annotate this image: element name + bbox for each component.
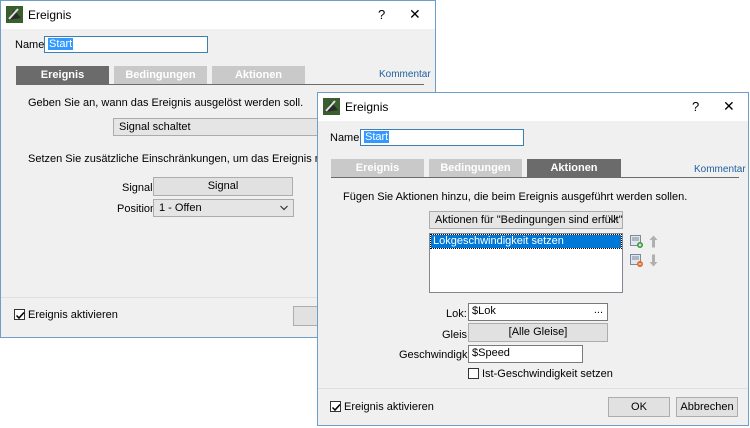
move-down-icon[interactable]	[649, 254, 658, 267]
help-button[interactable]: ?	[692, 99, 699, 114]
tab-divider	[331, 177, 739, 178]
close-button[interactable]: ✕	[409, 6, 421, 23]
window-title: Ereignis	[345, 100, 389, 114]
actual-speed-checkbox[interactable]	[468, 368, 479, 379]
actions-combo[interactable]: Aktionen für "Bedingungen sind erfüllt"	[429, 211, 623, 229]
tab-bedingungen[interactable]: Bedingungen	[429, 159, 522, 177]
move-up-icon[interactable]	[649, 235, 658, 248]
close-button[interactable]: ✕	[723, 98, 735, 115]
name-label: Name:	[330, 132, 363, 144]
lok-input[interactable]: $Lok ...	[468, 303, 608, 321]
help-button[interactable]: ?	[378, 7, 385, 22]
cancel-button[interactable]: Abbrechen	[676, 397, 738, 417]
name-label: Name:	[15, 39, 48, 51]
back-titlebar: Ereignis ? ✕	[1, 1, 435, 29]
tab-divider	[16, 84, 424, 85]
front-dialog: Ereignis ? ✕ Name: Start Ereignis Beding…	[317, 92, 749, 426]
activate-label: Ereignis aktivieren	[344, 401, 434, 413]
gleis-label: Gleis:	[442, 329, 471, 341]
add-action-icon[interactable]	[630, 235, 643, 248]
position-combo[interactable]: 1 - Offen	[153, 199, 294, 217]
description-text: Geben Sie an, wann das Ereignis ausgelös…	[28, 97, 304, 109]
name-input[interactable]: Start	[44, 36, 208, 53]
front-footer: Ereignis aktivieren OK Abbrechen	[318, 388, 748, 425]
trigger-combo[interactable]: Signal schaltet	[113, 118, 323, 136]
actions-listbox[interactable]: Lokgeschwindigkeit setzen	[429, 233, 623, 293]
tab-ereignis[interactable]: Ereignis	[331, 159, 424, 177]
comment-link[interactable]: Kommentar	[379, 69, 431, 80]
chevron-down-icon	[280, 205, 288, 211]
name-input[interactable]: Start	[360, 129, 524, 146]
remove-action-icon[interactable]	[630, 254, 643, 267]
speed-input[interactable]: $Speed	[468, 345, 583, 363]
activate-checkbox[interactable]	[330, 401, 341, 412]
front-titlebar: Ereignis ? ✕	[318, 93, 748, 121]
window-title: Ereignis	[28, 8, 72, 22]
tab-ereignis[interactable]: Ereignis	[16, 66, 109, 84]
comment-link[interactable]: Kommentar	[694, 164, 746, 175]
lok-browse-button[interactable]: ...	[594, 304, 603, 316]
check-icon	[331, 403, 341, 412]
tab-aktionen[interactable]: Aktionen	[527, 159, 621, 177]
activate-label: Ereignis aktivieren	[28, 309, 118, 321]
tab-aktionen[interactable]: Aktionen	[212, 66, 305, 84]
signal-button[interactable]: Signal	[153, 177, 293, 196]
app-icon	[6, 6, 23, 23]
chevron-down-icon	[609, 217, 617, 223]
list-item[interactable]: Lokgeschwindigkeit setzen	[430, 234, 622, 249]
signal-label: Signal:	[122, 182, 156, 194]
ok-button[interactable]: OK	[608, 397, 670, 417]
description-text: Fügen Sie Aktionen hinzu, die beim Ereig…	[343, 191, 688, 203]
gleis-button[interactable]: [Alle Gleise]	[468, 323, 608, 342]
check-icon	[15, 311, 25, 320]
tab-bedingungen[interactable]: Bedingungen	[114, 66, 207, 84]
activate-checkbox[interactable]	[14, 309, 25, 320]
app-icon	[323, 98, 340, 115]
actual-speed-label: Ist-Geschwindigkeit setzen	[482, 368, 613, 380]
lok-label: Lok:	[446, 308, 467, 320]
